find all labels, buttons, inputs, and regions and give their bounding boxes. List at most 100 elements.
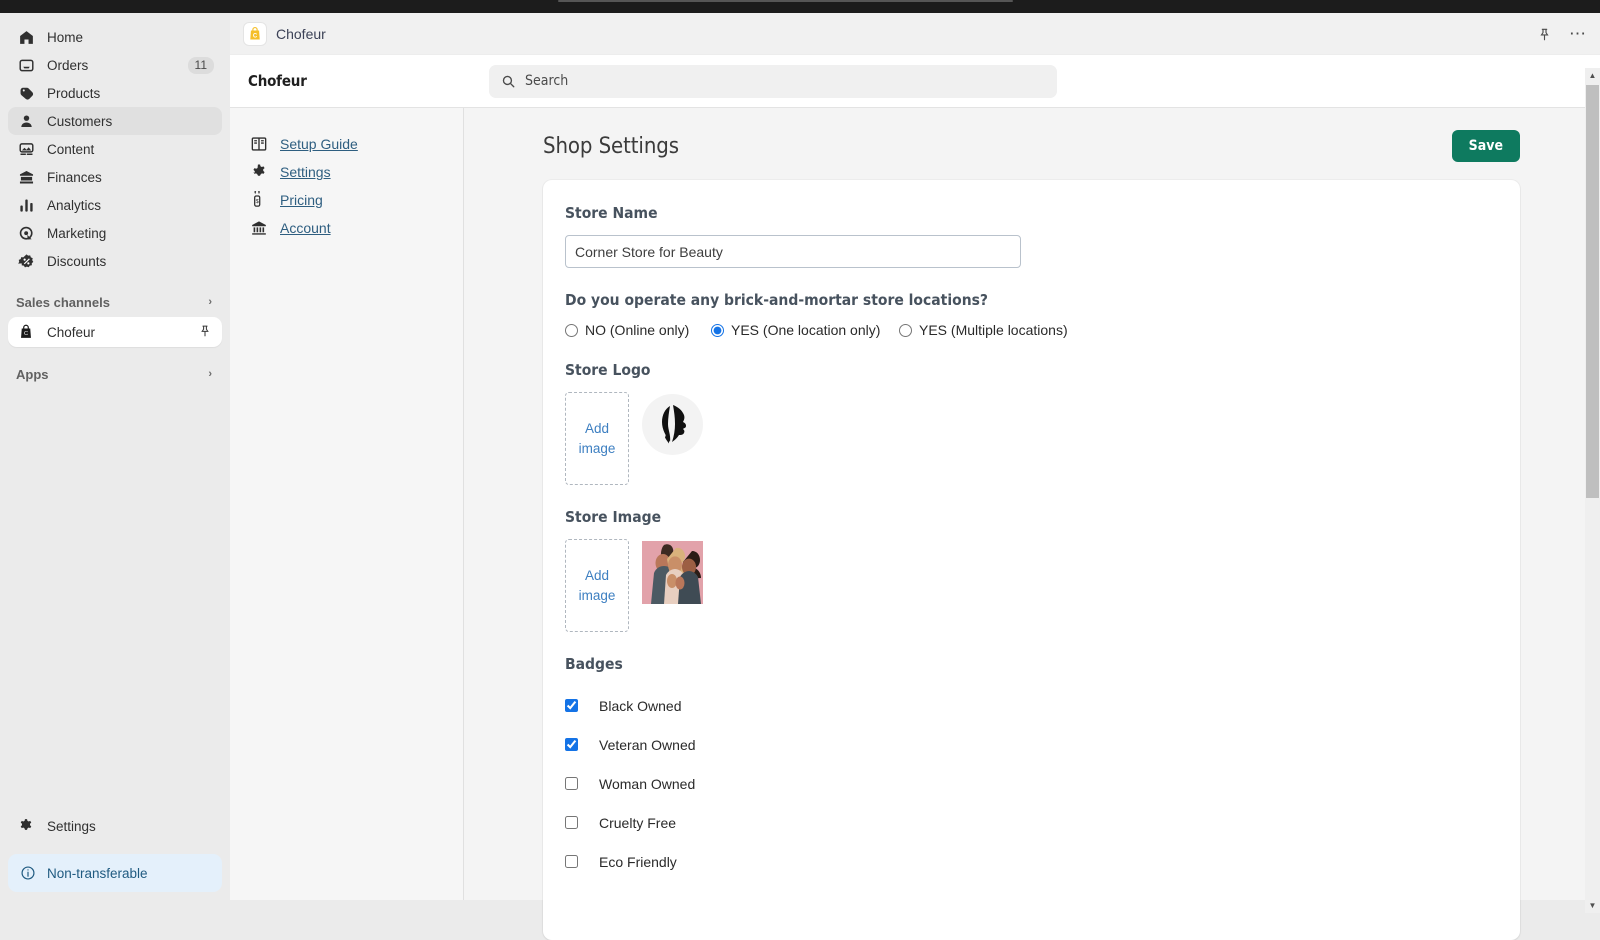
store-name-input[interactable]: [565, 235, 1021, 268]
sidebar-item-analytics[interactable]: Analytics: [8, 191, 222, 219]
sidebar-item-label: Marketing: [47, 225, 107, 241]
locations-question-label: Do you operate any brick-and-mortar stor…: [565, 291, 989, 309]
non-transferable-label: Non-transferable: [47, 865, 148, 881]
badge-label: Eco Friendly: [599, 853, 677, 870]
radio-label: YES (One location only): [731, 322, 881, 338]
sidebar-item-label: Settings: [47, 818, 96, 834]
global-nav-list: Home Orders 11 Products Customers Conten…: [0, 23, 230, 275]
global-sidebar: Home Orders 11 Products Customers Conten…: [0, 13, 230, 900]
badges-checkbox-list: Black Owned Veteran Owned Woman Owned Cr…: [565, 686, 1500, 881]
vertical-scrollbar[interactable]: ▲ ▼: [1585, 68, 1600, 913]
face-silhouette-logo: [661, 404, 686, 443]
radio-input[interactable]: [565, 323, 578, 337]
sidebar-item-products[interactable]: Products: [8, 79, 222, 107]
sidebar-footer: Settings Non-transferable: [0, 812, 230, 900]
badge-checkbox-wrap: [565, 855, 599, 868]
app-menu-item-settings[interactable]: Settings: [248, 158, 463, 186]
pin-icon[interactable]: [198, 324, 212, 341]
sidebar-item-settings[interactable]: Settings: [8, 812, 222, 840]
home-icon: [16, 27, 36, 47]
sidebar-item-home[interactable]: Home: [8, 23, 222, 51]
sidebar-item-finances[interactable]: Finances: [8, 163, 222, 191]
sidebar-item-label: Chofeur: [47, 324, 96, 340]
svg-text:C: C: [24, 331, 28, 337]
sidebar-item-label: Content: [47, 141, 95, 157]
badge-checkbox-wrap: [565, 816, 599, 829]
badges-label: Badges: [565, 655, 623, 673]
radio-label: NO (Online only): [585, 322, 690, 338]
sidebar-item-discounts[interactable]: Discounts: [8, 247, 222, 275]
badge-label: Veteran Owned: [599, 736, 696, 753]
search-placeholder: Search: [525, 73, 569, 89]
finances-bank-icon: [16, 167, 36, 187]
non-transferable-notice[interactable]: Non-transferable: [8, 854, 222, 892]
add-image-line1: Add: [584, 567, 610, 583]
badge-checkbox-wrap: [565, 699, 599, 712]
store-name-label: Store Name: [565, 204, 658, 222]
radio-label: YES (Multiple locations): [919, 322, 1068, 338]
badge-row-woman-owned[interactable]: Woman Owned: [565, 764, 1500, 803]
search-icon: [501, 74, 516, 89]
store-name-block: Store Name: [565, 204, 1500, 268]
add-image-line2: image: [578, 587, 616, 603]
badge-row-black-owned[interactable]: Black Owned: [565, 686, 1500, 725]
store-image-thumbnail[interactable]: [642, 541, 703, 604]
sidebar-item-content[interactable]: Content: [8, 135, 222, 163]
badge-checkbox[interactable]: [565, 738, 578, 751]
app-titlebar: C Chofeur ⋯: [230, 13, 1600, 55]
save-button[interactable]: Save: [1451, 130, 1520, 162]
store-logo-thumbnail[interactable]: [642, 394, 703, 455]
sidebar-item-customers[interactable]: Customers: [8, 107, 222, 135]
badge-checkbox[interactable]: [565, 816, 578, 829]
app-menu-item-account[interactable]: Account: [248, 214, 463, 242]
apps-section-header[interactable]: Apps ›: [8, 361, 222, 387]
ellipsis-icon[interactable]: ⋯: [1568, 24, 1588, 44]
sales-channels-label: Sales channels: [16, 294, 110, 310]
radio-input[interactable]: [711, 323, 724, 337]
sales-channels-section-header[interactable]: Sales channels ›: [8, 289, 222, 315]
orders-inbox-icon: [16, 55, 36, 75]
customer-person-icon: [16, 111, 36, 131]
add-logo-image-button[interactable]: Add image: [565, 392, 629, 485]
badge-checkbox-wrap: [565, 738, 599, 751]
scrollbar-thumb[interactable]: [1586, 85, 1599, 498]
radio-option-no-online-only[interactable]: NO (Online only): [565, 322, 711, 338]
sidebar-item-marketing[interactable]: Marketing: [8, 219, 222, 247]
app-menu-item-setup-guide[interactable]: Setup Guide: [248, 130, 463, 158]
badge-checkbox[interactable]: [565, 855, 578, 868]
badge-row-eco-friendly[interactable]: Eco Friendly: [565, 842, 1500, 881]
titlebar-actions: ⋯: [1534, 13, 1588, 55]
app-menu-item-pricing[interactable]: $ Pricing: [248, 186, 463, 214]
app-menu-item-label: Pricing: [280, 192, 323, 208]
badge-checkbox[interactable]: [565, 699, 578, 712]
app-menu-item-label: Settings: [280, 164, 331, 180]
scroll-down-arrow-icon[interactable]: ▼: [1585, 898, 1600, 913]
app-menu: Setup Guide Settings $ Pricing Account: [230, 108, 464, 900]
sidebar-item-label: Orders: [47, 57, 89, 73]
radio-option-yes-multiple-locations[interactable]: YES (Multiple locations): [899, 322, 1068, 338]
scroll-up-arrow-icon[interactable]: ▲: [1585, 68, 1600, 83]
sidebar-item-label: Home: [47, 29, 84, 45]
sidebar-item-orders[interactable]: Orders 11: [8, 51, 222, 79]
locations-question-block: Do you operate any brick-and-mortar stor…: [565, 291, 1500, 338]
gear-icon: [16, 816, 36, 836]
badge-label: Woman Owned: [599, 775, 696, 792]
search-input[interactable]: Search: [489, 64, 1057, 98]
radio-input[interactable]: [899, 323, 912, 337]
locations-radio-group: NO (Online only) YES (One location only)…: [565, 322, 1500, 338]
sidebar-item-label: Customers: [47, 113, 113, 129]
add-store-image-button[interactable]: Add image: [565, 539, 629, 632]
svg-text:C: C: [253, 33, 258, 39]
book-guide-icon: [248, 135, 270, 153]
store-image-block: Store Image Add image: [565, 508, 1500, 632]
badge-checkbox[interactable]: [565, 777, 578, 790]
chevron-right-icon: ›: [208, 296, 212, 308]
sidebar-item-chofeur-channel[interactable]: C Chofeur: [8, 317, 222, 347]
store-logo-block: Store Logo Add image: [565, 361, 1500, 485]
radio-option-yes-one-location[interactable]: YES (One location only): [711, 322, 899, 338]
badge-row-veteran-owned[interactable]: Veteran Owned: [565, 725, 1500, 764]
app-body: Setup Guide Settings $ Pricing Account S…: [230, 108, 1600, 940]
badge-row-cruelty-free[interactable]: Cruelty Free: [565, 803, 1500, 842]
add-image-line2: image: [578, 440, 616, 456]
pin-icon[interactable]: [1534, 24, 1554, 44]
